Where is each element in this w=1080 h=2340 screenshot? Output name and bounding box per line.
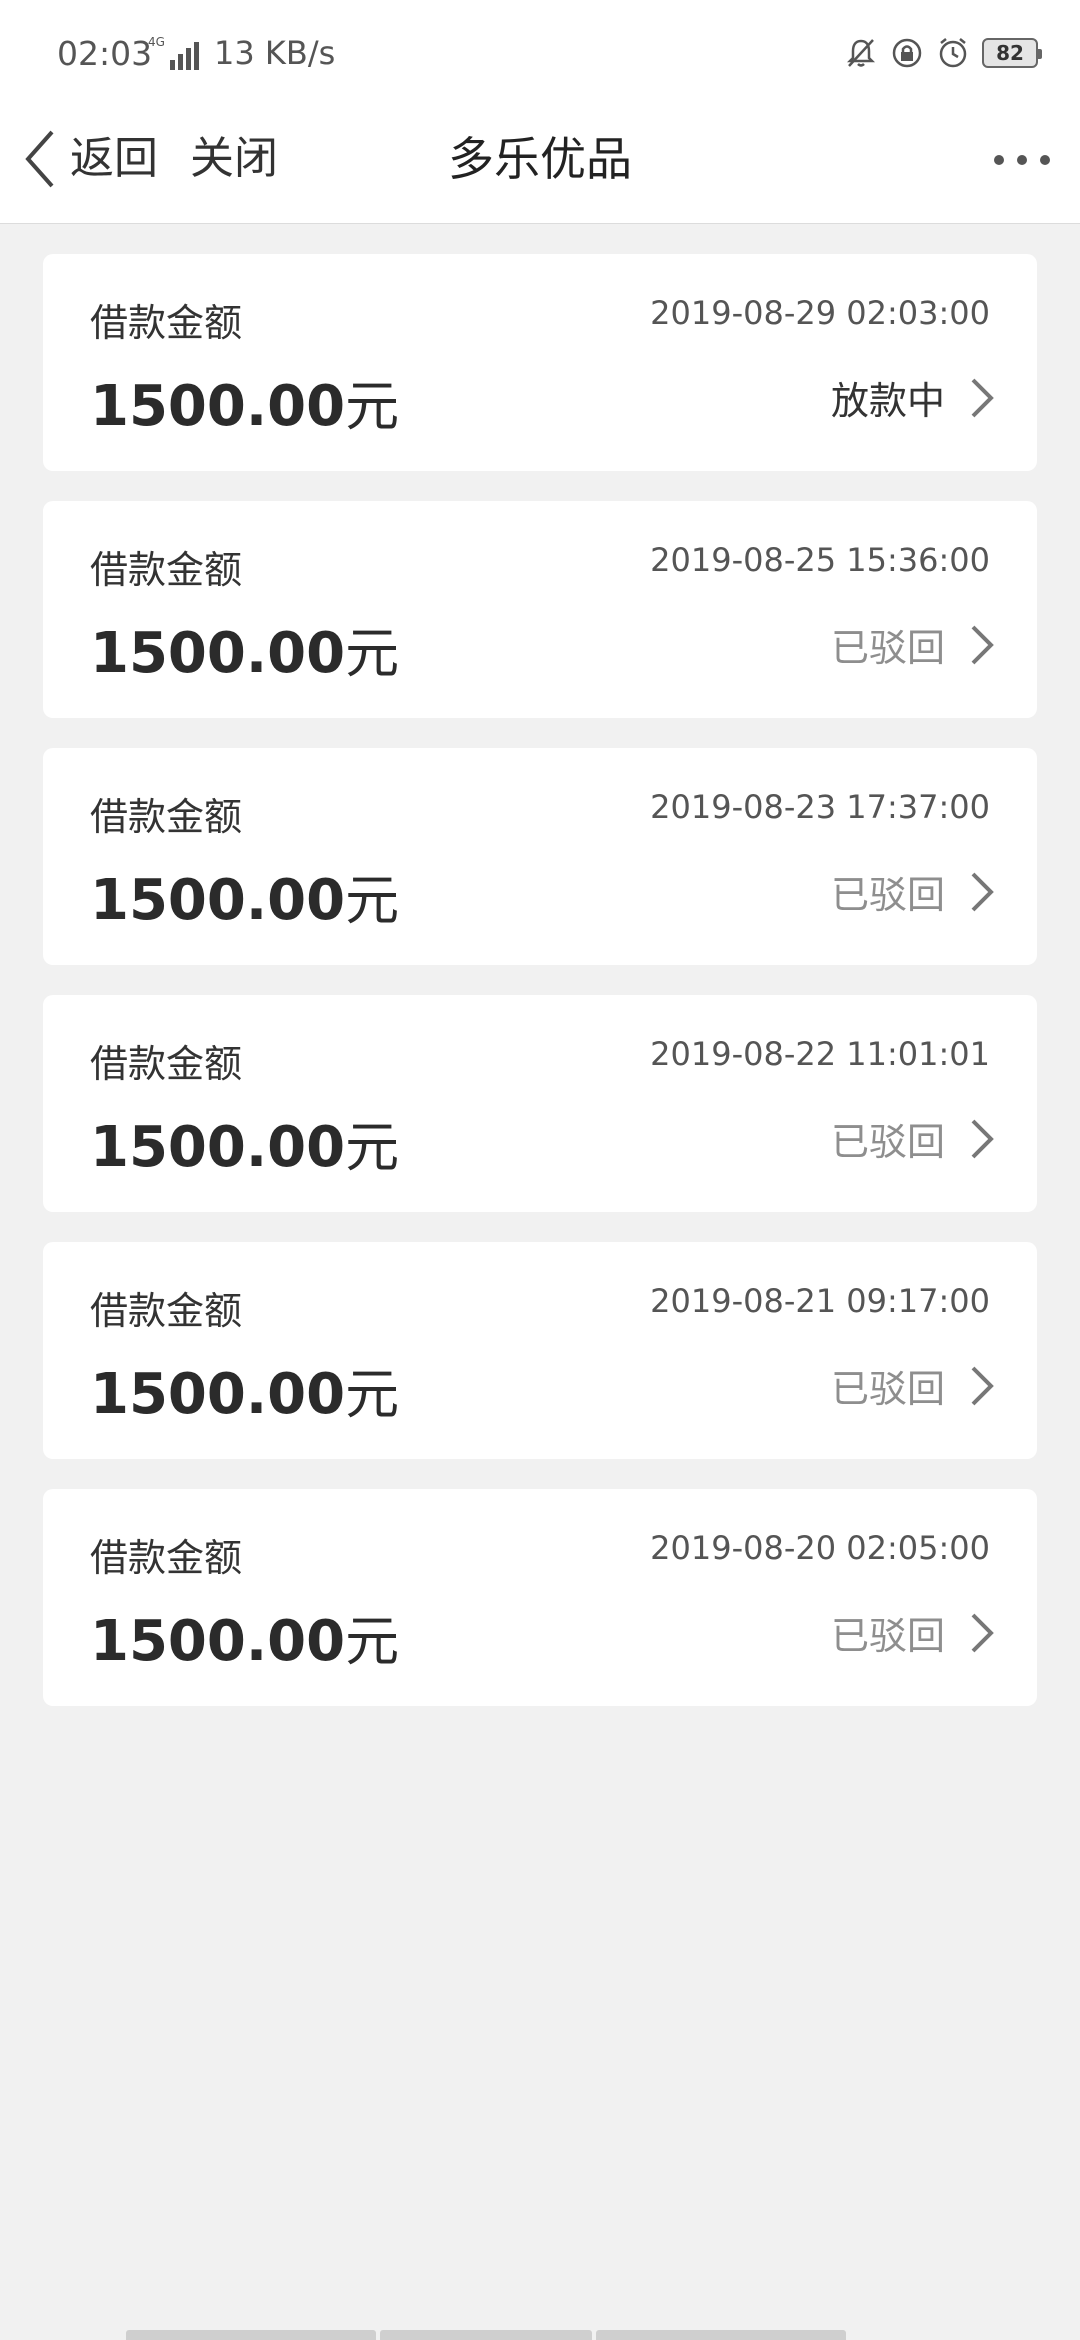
loan-record-card[interactable]: 借款金额 2019-08-25 15:36:00 1500.00元 已驳回	[43, 501, 1037, 718]
amount-unit: 元	[345, 869, 400, 932]
loan-amount: 1500.00元	[90, 1350, 399, 1429]
nav-hint-bar	[380, 2330, 592, 2340]
loan-amount: 1500.00元	[90, 609, 399, 688]
lock-rotation-icon	[892, 38, 922, 68]
chevron-right-icon	[971, 1366, 994, 1406]
loan-record-card[interactable]: 借款金额 2019-08-29 02:03:00 1500.00元 放款中	[43, 254, 1037, 471]
chevron-right-icon	[971, 1613, 994, 1653]
loan-record-list: 借款金额 2019-08-29 02:03:00 1500.00元 放款中 借款…	[43, 254, 1037, 1736]
loan-record-card[interactable]: 借款金额 2019-08-20 02:05:00 1500.00元 已驳回	[43, 1489, 1037, 1706]
chevron-right-icon	[971, 1119, 994, 1159]
loan-date: 2019-08-20 02:05:00	[650, 1529, 990, 1567]
loan-date: 2019-08-25 15:36:00	[650, 541, 990, 579]
loan-date: 2019-08-22 11:01:01	[650, 1035, 990, 1073]
loan-amount: 1500.00元	[90, 1597, 399, 1676]
amount-unit: 元	[345, 622, 400, 685]
amount-unit: 元	[345, 375, 400, 438]
loan-status: 已驳回	[830, 1367, 945, 1411]
loan-amount-label: 借款金额	[90, 795, 243, 839]
signal-icon: 4G	[148, 36, 199, 70]
amount-value: 1500.00	[90, 374, 346, 439]
chevron-right-icon	[971, 378, 994, 418]
loan-amount-label: 借款金额	[90, 548, 243, 592]
network-type: 4G	[148, 35, 165, 49]
more-dot-icon	[1040, 155, 1050, 165]
status-icons: 82	[844, 36, 1042, 70]
amount-unit: 元	[345, 1610, 400, 1673]
status-time: 02:03	[57, 34, 153, 73]
more-menu-button[interactable]	[994, 148, 1050, 172]
loan-status: 已驳回	[830, 1120, 945, 1164]
amount-unit: 元	[345, 1116, 400, 1179]
nav-hint-bar	[126, 2330, 376, 2340]
loan-date: 2019-08-29 02:03:00	[650, 294, 990, 332]
more-dot-icon	[994, 155, 1004, 165]
nav-hint-bar	[596, 2330, 846, 2340]
nav-bar: 返回 关闭 多乐优品	[0, 108, 1080, 224]
page-title: 多乐优品	[448, 132, 632, 186]
loan-date: 2019-08-21 09:17:00	[650, 1282, 990, 1320]
chevron-right-icon	[971, 872, 994, 912]
loan-amount: 1500.00元	[90, 362, 399, 441]
loan-record-card[interactable]: 借款金额 2019-08-22 11:01:01 1500.00元 已驳回	[43, 995, 1037, 1212]
loan-record-card[interactable]: 借款金额 2019-08-23 17:37:00 1500.00元 已驳回	[43, 748, 1037, 965]
amount-value: 1500.00	[90, 1362, 346, 1427]
network-speed: 13 KB/s	[214, 34, 336, 72]
loan-amount-label: 借款金额	[90, 1289, 243, 1333]
loan-record-card[interactable]: 借款金额 2019-08-21 09:17:00 1500.00元 已驳回	[43, 1242, 1037, 1459]
bottom-nav-hint	[126, 2330, 846, 2340]
loan-date: 2019-08-23 17:37:00	[650, 788, 990, 826]
amount-value: 1500.00	[90, 621, 346, 686]
battery-indicator: 82	[982, 38, 1042, 68]
loan-status: 放款中	[830, 379, 945, 423]
loan-amount: 1500.00元	[90, 856, 399, 935]
bell-muted-icon	[846, 39, 876, 67]
loan-amount: 1500.00元	[90, 1103, 399, 1182]
amount-value: 1500.00	[90, 1115, 346, 1180]
loan-status: 已驳回	[830, 873, 945, 917]
loan-amount-label: 借款金额	[90, 1042, 243, 1086]
amount-unit: 元	[345, 1363, 400, 1426]
status-bar: 02:03 4G 13 KB/s 82	[0, 0, 1080, 108]
loan-amount-label: 借款金额	[90, 1536, 243, 1580]
more-dot-icon	[1017, 155, 1027, 165]
loan-status: 已驳回	[830, 626, 945, 670]
loan-amount-label: 借款金额	[90, 301, 243, 345]
loan-status: 已驳回	[830, 1614, 945, 1658]
amount-value: 1500.00	[90, 868, 346, 933]
chevron-right-icon	[971, 625, 994, 665]
alarm-icon	[939, 38, 967, 68]
amount-value: 1500.00	[90, 1609, 346, 1674]
